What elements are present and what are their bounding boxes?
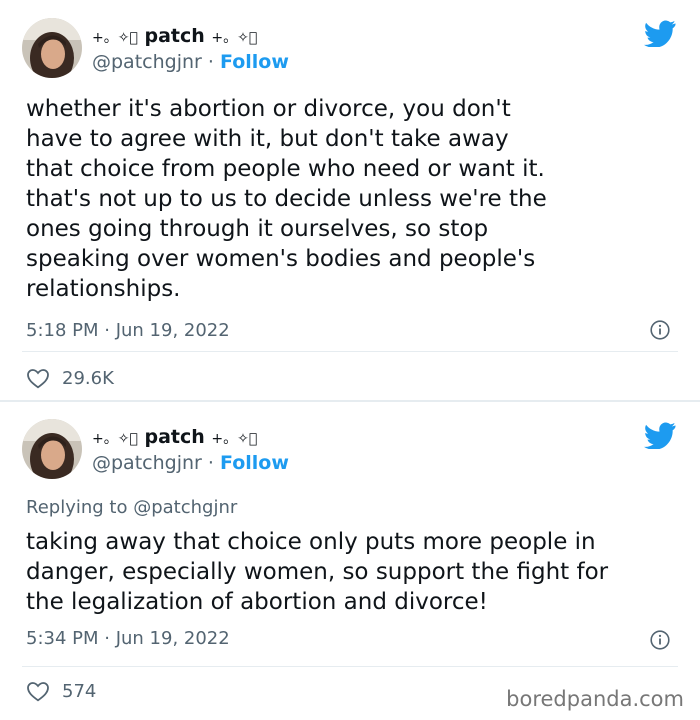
- timestamp[interactable]: 5:34 PM · Jun 19, 2022: [26, 628, 230, 649]
- twitter-bird-icon[interactable]: [644, 422, 676, 449]
- like-action[interactable]: 29.6K: [26, 367, 114, 389]
- watermark: boredpanda.com: [506, 687, 684, 711]
- handle[interactable]: @patchgjnr: [92, 452, 202, 474]
- tweet-text: taking away that choice only puts more p…: [26, 529, 609, 615]
- divider: [22, 666, 678, 667]
- separator: ·: [207, 51, 214, 73]
- timestamp[interactable]: 5:18 PM · Jun 19, 2022: [26, 320, 230, 341]
- name-suffix-symbols: +。✧⃝: [211, 431, 258, 447]
- tweet-card: +。✧⃝ patch +。✧⃝ @patchgjnr · Follow whet…: [0, 0, 700, 400]
- heart-icon[interactable]: [26, 680, 50, 702]
- tweet-card: +。✧⃝ patch +。✧⃝ @patchgjnr · Follow Repl…: [0, 402, 700, 720]
- name-suffix-symbols: +。✧⃝: [211, 30, 258, 46]
- follow-link[interactable]: Follow: [220, 51, 289, 73]
- avatar[interactable]: [22, 18, 82, 78]
- twitter-bird-icon[interactable]: [644, 20, 676, 47]
- display-name: patch: [144, 426, 205, 448]
- follow-link[interactable]: Follow: [220, 452, 289, 474]
- handle[interactable]: @patchgjnr: [92, 51, 202, 73]
- like-count: 574: [62, 680, 97, 702]
- display-name: patch: [144, 25, 205, 47]
- tweet-text: whether it's abortion or divorce, you do…: [26, 96, 547, 302]
- handle-row: @patchgjnr · Follow: [92, 51, 289, 73]
- like-count: 29.6K: [62, 367, 114, 389]
- replying-to[interactable]: Replying to @patchgjnr: [26, 497, 237, 518]
- display-name-row[interactable]: +。✧⃝ patch +。✧⃝: [92, 25, 257, 47]
- like-action[interactable]: 574: [26, 680, 96, 702]
- avatar[interactable]: [22, 419, 82, 479]
- name-prefix-symbols: +。✧⃝: [92, 431, 138, 447]
- name-prefix-symbols: +。✧⃝: [92, 30, 138, 46]
- info-icon[interactable]: [650, 320, 670, 340]
- info-icon[interactable]: [650, 630, 670, 650]
- separator: ·: [207, 452, 214, 474]
- divider: [22, 351, 678, 352]
- display-name-row[interactable]: +。✧⃝ patch +。✧⃝: [92, 426, 257, 448]
- handle-row: @patchgjnr · Follow: [92, 452, 289, 474]
- heart-icon[interactable]: [26, 367, 50, 389]
